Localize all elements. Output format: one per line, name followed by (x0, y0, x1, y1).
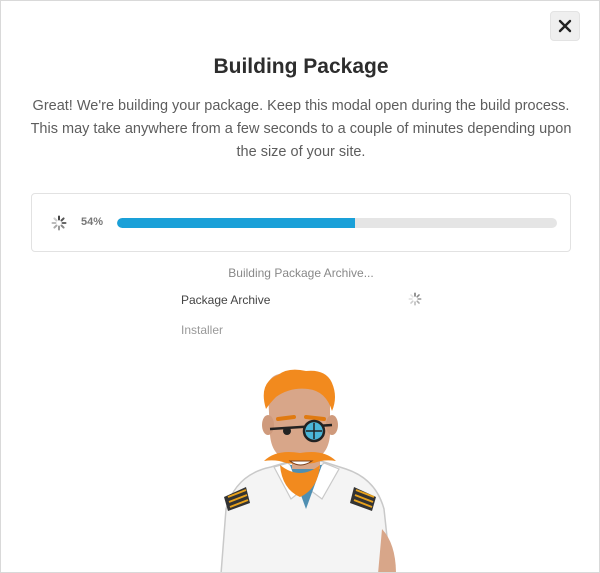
progress-card: 54% (31, 193, 571, 252)
modal-title: Building Package (213, 55, 389, 78)
build-package-modal: Building Package Great! We're building y… (0, 0, 600, 573)
progress-fill (117, 218, 355, 228)
pirate-mascot-icon (220, 369, 396, 572)
step-package-archive: Package Archive (181, 293, 271, 307)
progress-percent: 54% (81, 216, 104, 228)
modal-description: Great! We're building your package. Keep… (30, 98, 572, 160)
spinner-icon (51, 215, 67, 231)
status-text: Building Package Archive... (228, 266, 374, 280)
step-installer: Installer (181, 323, 224, 337)
progress-track (117, 218, 557, 228)
close-button[interactable] (550, 11, 580, 41)
close-icon (558, 19, 572, 33)
spinner-icon (408, 292, 422, 306)
